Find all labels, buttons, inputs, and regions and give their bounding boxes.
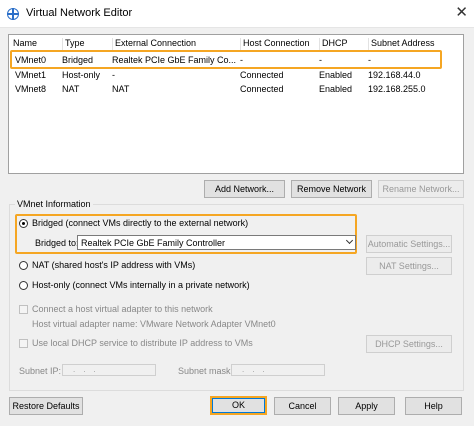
row-external: - <box>112 70 115 80</box>
bridged-to-select[interactable]: Realtek PCIe GbE Family Controller <box>77 235 356 250</box>
help-button[interactable]: Help <box>405 397 462 415</box>
ok-button[interactable]: OK <box>210 396 267 415</box>
host-only-radio[interactable] <box>19 281 28 290</box>
bridged-to-value: Realtek PCIe GbE Family Controller <box>81 238 226 248</box>
row-external: NAT <box>112 84 130 94</box>
group-title: VMnet Information <box>15 199 93 209</box>
rename-network-button[interactable]: Rename Network... <box>378 180 464 198</box>
automatic-settings-button[interactable]: Automatic Settings... <box>366 235 452 253</box>
row-external: Realtek PCIe GbE Family Co... <box>112 55 237 65</box>
window-title: Virtual Network Editor <box>26 7 133 19</box>
row-host: Connected <box>240 84 284 94</box>
row-name: VMnet1 <box>15 70 47 80</box>
row-dhcp: Enabled <box>319 84 353 94</box>
bridged-label[interactable]: Bridged (connect VMs directly to the ext… <box>32 218 248 228</box>
row-dhcp: Enabled <box>319 70 353 80</box>
row-subnet: 192.168.44.0 <box>368 70 421 80</box>
dhcp-label[interactable]: Use local DHCP service to distribute IP … <box>32 338 253 348</box>
apply-button[interactable]: Apply <box>338 397 395 415</box>
nat-settings-button[interactable]: NAT Settings... <box>366 257 452 275</box>
table-row[interactable]: VMnet1 Host-only - Connected Enabled 192… <box>9 69 463 83</box>
remove-network-button[interactable]: Remove Network <box>291 180 372 198</box>
row-type: Host-only <box>62 70 101 80</box>
connect-adapter-checkbox[interactable] <box>19 305 28 314</box>
restore-defaults-button[interactable]: Restore Defaults <box>9 397 83 415</box>
table-row[interactable]: VMnet0 Bridged Realtek PCIe GbE Family C… <box>9 54 463 68</box>
row-name: VMnet8 <box>15 84 47 94</box>
row-subnet: 192.168.255.0 <box>368 84 426 94</box>
row-subnet: - <box>368 55 371 65</box>
subnet-mask-label: Subnet mask: <box>178 366 234 376</box>
row-dhcp: - <box>319 55 322 65</box>
subnet-ip-field[interactable]: ... <box>62 364 156 376</box>
network-list[interactable]: Name Type External Connection Host Conne… <box>8 34 464 174</box>
table-row[interactable]: VMnet8 NAT NAT Connected Enabled 192.168… <box>9 83 463 97</box>
chevron-down-icon <box>345 236 354 245</box>
network-globe-icon <box>7 8 19 20</box>
row-type: NAT <box>62 84 80 94</box>
title-bar: Virtual Network Editor ✕ <box>0 0 474 28</box>
list-header: Name Type External Connection Host Conne… <box>9 37 463 51</box>
dhcp-checkbox[interactable] <box>19 339 28 348</box>
nat-radio[interactable] <box>19 261 28 270</box>
adapter-name-label: Host virtual adapter name: VMware Networ… <box>32 319 276 329</box>
cancel-button[interactable]: Cancel <box>274 397 331 415</box>
close-icon[interactable]: ✕ <box>455 3 468 21</box>
bridged-radio[interactable] <box>19 219 28 228</box>
nat-label[interactable]: NAT (shared host's IP address with VMs) <box>32 260 195 270</box>
connect-adapter-label[interactable]: Connect a host virtual adapter to this n… <box>32 304 213 314</box>
subnet-ip-label: Subnet IP: <box>19 366 62 376</box>
dhcp-settings-button[interactable]: DHCP Settings... <box>366 335 452 353</box>
bridged-to-label: Bridged to: <box>35 238 79 248</box>
subnet-mask-field[interactable]: ... <box>231 364 325 376</box>
row-name: VMnet0 <box>15 55 47 65</box>
host-only-label[interactable]: Host-only (connect VMs internally in a p… <box>32 280 250 290</box>
add-network-button[interactable]: Add Network... <box>204 180 285 198</box>
row-host: Connected <box>240 70 284 80</box>
row-type: Bridged <box>62 55 94 65</box>
row-host: - <box>240 55 243 65</box>
